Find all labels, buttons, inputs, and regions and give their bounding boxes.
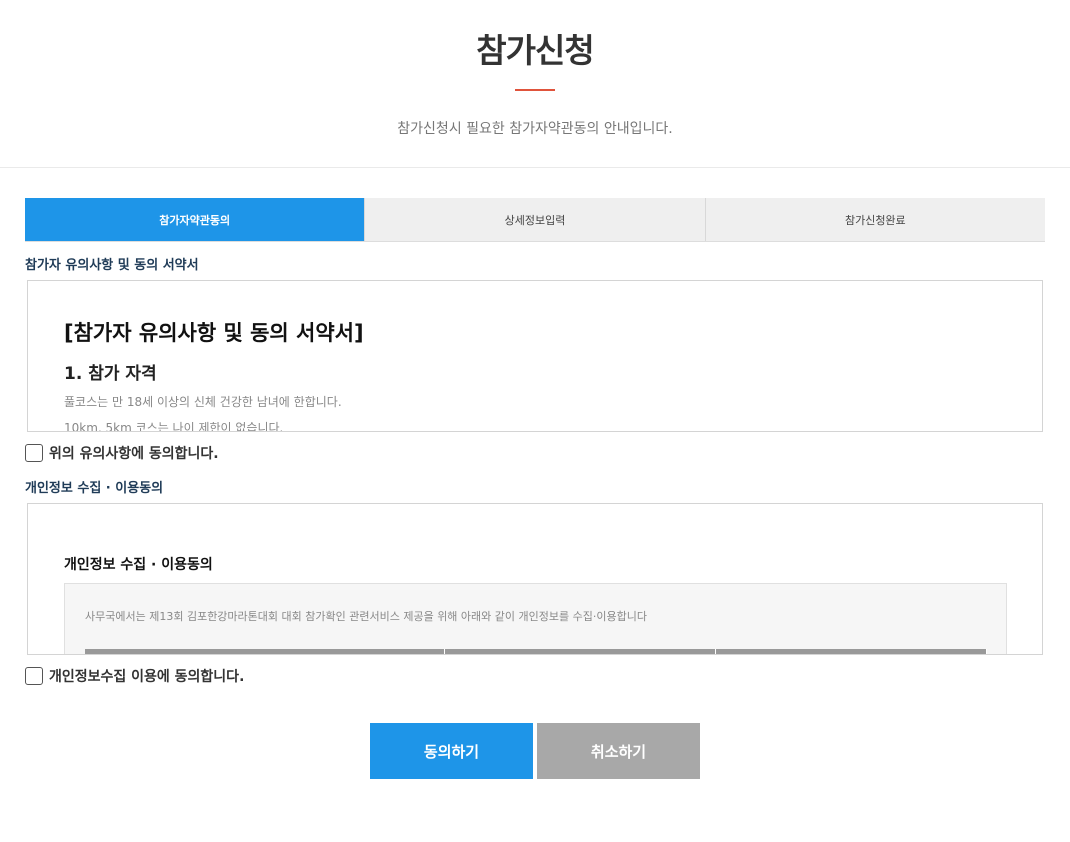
page-header: 참가신청 참가신청시 필요한 참가자약관동의 안내입니다. (0, 0, 1070, 168)
privacy-notice-text: 사무국에서는 제13회 김포한강마라톤대회 대회 참가확인 관련서비스 제공을 … (85, 610, 647, 623)
step-terms-agreement: 참가자약관동의 (25, 198, 366, 241)
terms-line: 10km, 5km 코스는 나이 제한이 없습니다. (64, 421, 284, 432)
page-subtitle: 참가신청시 필요한 참가자약관동의 안내입니다. (397, 121, 673, 137)
step-complete: 참가신청완료 (844, 213, 906, 227)
terms-agree-label[interactable]: 위의 유의사항에 동의합니다. (49, 443, 219, 463)
terms-agree-checkbox[interactable] (25, 444, 43, 462)
step-indicator: 참가자약관동의 상세정보입력 참가신청완료 (25, 198, 1045, 242)
terms-doc-title: [참가자 유의사항 및 동의 서약서] (64, 321, 364, 345)
terms-agree-row[interactable]: 위의 유의사항에 동의합니다. (25, 443, 219, 463)
terms-heading: 1. 참가 자격 (64, 364, 157, 384)
terms-scroll-box[interactable]: [참가자 유의사항 및 동의 서약서] 1. 참가 자격 풀코스는 만 18세 … (27, 280, 1043, 432)
privacy-agree-label[interactable]: 개인정보수집 이용에 동의합니다. (49, 666, 244, 686)
step-detail-input: 상세정보입력 (365, 198, 706, 241)
privacy-scroll-box[interactable]: 개인정보 수집 · 이용동의 사무국에서는 제13회 김포한강마라톤대회 대회 … (27, 503, 1043, 655)
terms-line: 풀코스는 만 18세 이상의 신체 건강한 남녀에 한합니다. (64, 395, 342, 409)
privacy-table-header (85, 649, 987, 654)
terms-section-label: 참가자 유의사항 및 동의 서약서 (25, 258, 199, 273)
privacy-notice-panel: 사무국에서는 제13회 김포한강마라톤대회 대회 참가확인 관련서비스 제공을 … (64, 583, 1007, 654)
agree-button[interactable]: 동의하기 (370, 723, 533, 779)
privacy-doc-title: 개인정보 수집 · 이용동의 (64, 557, 213, 573)
page-title: 참가신청 (476, 31, 594, 70)
cancel-button[interactable]: 취소하기 (537, 723, 700, 779)
title-divider (515, 89, 555, 91)
privacy-agree-row[interactable]: 개인정보수집 이용에 동의합니다. (25, 666, 244, 686)
privacy-section-label: 개인정보 수집 · 이용동의 (25, 481, 164, 496)
privacy-agree-checkbox[interactable] (25, 667, 43, 685)
